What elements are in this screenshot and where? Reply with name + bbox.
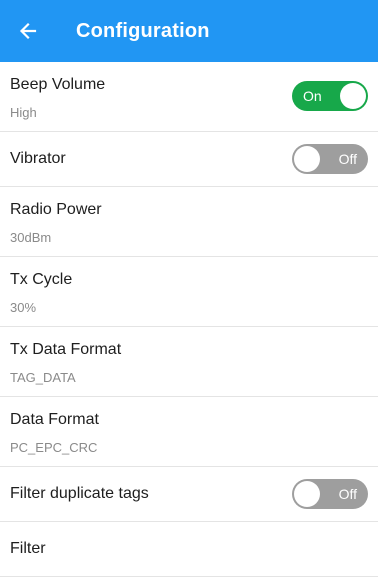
- setting-value: PC_EPC_CRC: [10, 440, 98, 455]
- setting-filter[interactable]: Filter: [0, 522, 378, 577]
- setting-data-format[interactable]: Data Format PC_EPC_CRC: [0, 397, 378, 467]
- arrow-left-icon: [19, 22, 37, 40]
- setting-label: Tx Data Format: [10, 341, 122, 358]
- setting-label: Filter duplicate tags: [10, 485, 149, 502]
- filter-duplicate-tags-toggle[interactable]: Off: [292, 479, 368, 509]
- setting-label: Vibrator: [10, 150, 66, 167]
- setting-beep-volume[interactable]: Beep Volume High On: [0, 62, 378, 132]
- setting-value: 30%: [10, 300, 37, 315]
- setting-label: Data Format: [10, 411, 99, 428]
- page-title: Configuration: [76, 19, 210, 42]
- beep-volume-toggle[interactable]: On: [292, 81, 368, 111]
- setting-tx-cycle[interactable]: Tx Cycle 30%: [0, 257, 378, 327]
- toggle-knob: [294, 481, 320, 507]
- setting-label: Tx Cycle: [10, 271, 73, 288]
- setting-filter-duplicate-tags[interactable]: Filter duplicate tags Off: [0, 467, 378, 522]
- vibrator-toggle[interactable]: Off: [292, 144, 368, 174]
- setting-label: Beep Volume: [10, 76, 106, 93]
- toggle-state-label: Off: [338, 486, 357, 502]
- setting-label: Radio Power: [10, 201, 102, 218]
- setting-value: High: [10, 105, 37, 120]
- setting-value: TAG_DATA: [10, 370, 76, 385]
- toggle-knob: [294, 146, 320, 172]
- setting-tx-data-format[interactable]: Tx Data Format TAG_DATA: [0, 327, 378, 397]
- settings-list: Beep Volume High On Vibrator Off Radio P…: [0, 62, 378, 577]
- back-button[interactable]: [0, 0, 56, 62]
- toggle-knob: [340, 83, 366, 109]
- app-bar: Configuration: [0, 0, 378, 62]
- setting-vibrator[interactable]: Vibrator Off: [0, 132, 378, 187]
- toggle-state-label: Off: [338, 151, 357, 167]
- setting-value: 30dBm: [10, 230, 52, 245]
- setting-radio-power[interactable]: Radio Power 30dBm: [0, 187, 378, 257]
- toggle-state-label: On: [303, 88, 322, 104]
- setting-label: Filter: [10, 540, 46, 557]
